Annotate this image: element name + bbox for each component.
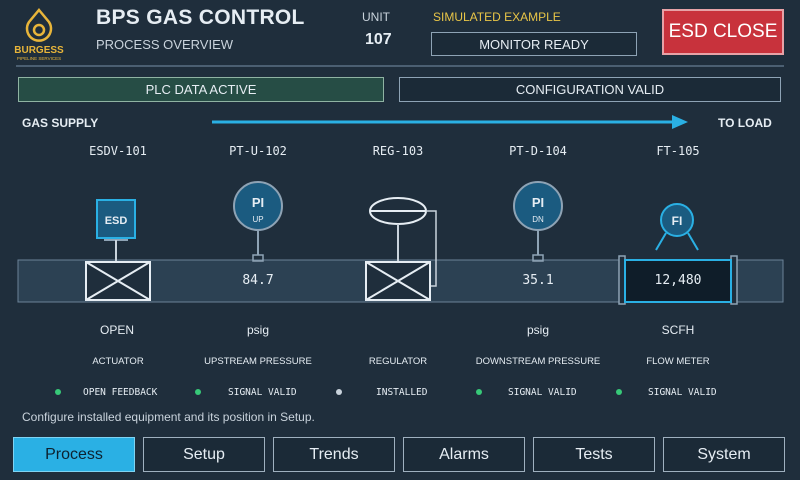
unit-label: UNIT: [362, 10, 390, 24]
equipment-tag-pt-up: PT-U-102: [229, 144, 287, 158]
regulator-icon: [365, 197, 437, 301]
downstream-pressure-status-text: SIGNAL VALID: [508, 387, 577, 398]
svg-text:DN: DN: [532, 215, 544, 224]
regulator-status-text: INSTALLED: [376, 387, 428, 398]
nav-system-button[interactable]: System: [663, 437, 785, 472]
configuration-status-badge: CONFIGURATION VALID: [399, 77, 781, 102]
flow-meter-icon: FI: [618, 203, 738, 305]
nav-alarms-button[interactable]: Alarms: [403, 437, 525, 472]
downstream-pressure-unit: psig: [526, 323, 549, 337]
pipeline-diagram: ESD PI UP 84.7 PI DN 35.1 FI 12,480: [17, 181, 784, 305]
plc-status-badge: PLC DATA ACTIVE: [18, 77, 384, 102]
actuator-state-label: OPEN: [99, 323, 134, 337]
svg-text:ESD: ESD: [105, 215, 128, 227]
status-dot: [616, 389, 622, 395]
equipment-tag-esdv: ESDV-101: [89, 144, 147, 158]
flow-direction-arrow-icon: [212, 115, 688, 129]
burgess-logo: BURGESS PIPELINE SERVICES: [14, 8, 64, 61]
svg-text:UP: UP: [252, 215, 263, 224]
nav-trends-button[interactable]: Trends: [273, 437, 395, 472]
esd-valve-icon: ESD: [85, 199, 151, 301]
downstream-pressure-description: DOWNSTREAM PRESSURE: [475, 356, 601, 367]
downstream-pressure-indicator-icon: PI DN: [513, 181, 563, 262]
help-text: Configure installed equipment and its po…: [22, 410, 315, 424]
status-dot: [336, 389, 342, 395]
gas-supply-label: GAS SUPPLY: [22, 116, 99, 130]
svg-text:BURGESS: BURGESS: [14, 45, 64, 56]
downstream-pressure-value: 35.1: [522, 273, 553, 288]
upstream-pressure-value: 84.7: [242, 273, 273, 288]
flow-meter-description: FLOW METER: [646, 356, 710, 367]
unit-value: 107: [365, 31, 392, 48]
esd-close-button[interactable]: ESD CLOSE: [662, 9, 784, 55]
status-dot: [195, 389, 201, 395]
monitor-status-badge: MONITOR READY: [431, 32, 637, 56]
status-dot: [476, 389, 482, 395]
svg-text:FI: FI: [672, 214, 683, 228]
upstream-pressure-description: UPSTREAM PRESSURE: [204, 356, 312, 367]
flow-meter-status-text: SIGNAL VALID: [648, 387, 717, 398]
equipment-tag-reg: REG-103: [372, 144, 424, 158]
upstream-pressure-unit: psig: [246, 323, 269, 337]
nav-setup-button[interactable]: Setup: [143, 437, 265, 472]
status-dot: [55, 389, 61, 395]
upstream-pressure-indicator-icon: PI UP: [233, 181, 283, 262]
nav-tests-button[interactable]: Tests: [533, 437, 655, 472]
app-title: BPS GAS CONTROL: [96, 6, 305, 29]
actuator-status-text: OPEN FEEDBACK: [83, 387, 158, 398]
flow-rate-value: 12,480: [655, 273, 702, 288]
flow-rate-unit: SCFH: [661, 323, 695, 337]
nav-process-button[interactable]: Process: [13, 437, 135, 472]
svg-text:PI: PI: [532, 195, 544, 210]
equipment-tag-ft: FT-105: [656, 144, 700, 158]
page-subtitle: PROCESS OVERVIEW: [96, 37, 234, 52]
regulator-description: REGULATOR: [368, 356, 428, 367]
to-load-label: TO LOAD: [718, 116, 772, 130]
svg-text:PIPELINE SERVICES: PIPELINE SERVICES: [17, 56, 61, 61]
header-divider: [16, 65, 784, 67]
equipment-tag-pt-dn: PT-D-104: [509, 144, 567, 158]
simulation-mode-label: SIMULATED EXAMPLE: [433, 10, 561, 24]
svg-text:PI: PI: [252, 195, 264, 210]
upstream-pressure-status-text: SIGNAL VALID: [228, 387, 297, 398]
actuator-description: ACTUATOR: [92, 356, 144, 367]
